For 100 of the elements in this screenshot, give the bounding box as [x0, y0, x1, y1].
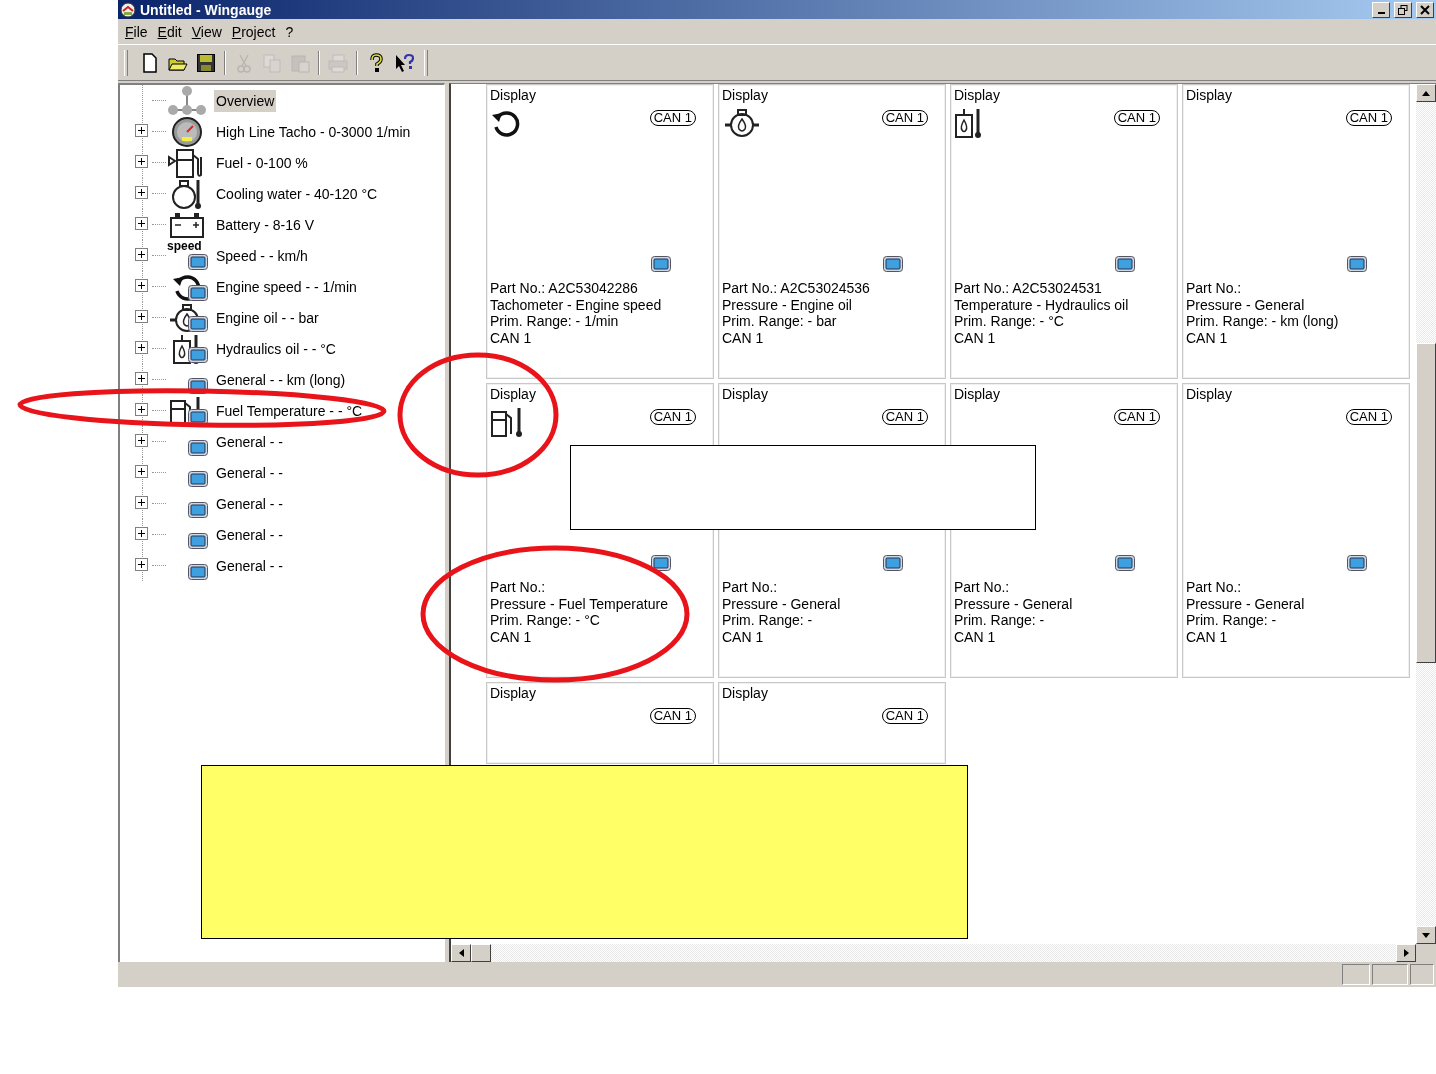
card-text: Tachometer - Engine speed: [490, 296, 662, 313]
card-text: Part No.:: [954, 579, 1010, 596]
card-text: Pressure - General: [954, 595, 1073, 612]
card-text: CAN 1: [954, 329, 996, 346]
card-title: Display: [1186, 386, 1232, 403]
expand-toggle[interactable]: [135, 124, 148, 137]
expand-toggle[interactable]: [135, 372, 148, 385]
expand-toggle[interactable]: [135, 310, 148, 323]
tree-item[interactable]: Engine speed - - 1/min: [214, 275, 359, 298]
display-card[interactable]: Display CAN 1: [718, 682, 946, 764]
display-card[interactable]: Display CAN 1 Part No.: A2C53024531 Temperature - Hydraulics oil Prim. Range: - °C CAN 1: [950, 84, 1178, 379]
tree-item[interactable]: Fuel Temperature - - °C: [214, 399, 365, 422]
battery-icon: [169, 210, 205, 239]
menu-item[interactable]: File: [122, 21, 155, 42]
tree-item[interactable]: General - - km (long): [214, 368, 348, 391]
display-card[interactable]: Display CAN 1: [486, 682, 714, 764]
display-icon: [188, 440, 208, 456]
new-document-icon[interactable]: [140, 52, 160, 73]
tree-item[interactable]: Engine oil - - bar: [214, 306, 321, 329]
expand-toggle[interactable]: [135, 527, 148, 540]
expand-toggle[interactable]: [135, 434, 148, 447]
card-text: CAN 1: [1186, 329, 1228, 346]
expand-toggle[interactable]: [135, 403, 148, 416]
expand-toggle[interactable]: [135, 558, 148, 571]
expand-toggle[interactable]: [135, 248, 148, 261]
display-icon: [188, 471, 208, 487]
expand-toggle[interactable]: [135, 465, 148, 478]
close-button[interactable]: [1416, 1, 1434, 18]
card-title: Display: [722, 386, 768, 403]
card-text: CAN 1: [722, 329, 764, 346]
card-text: CAN 1: [722, 628, 764, 645]
menu-item[interactable]: View: [188, 21, 229, 42]
display-icon: [883, 555, 903, 571]
tree-item[interactable]: Cooling water - 40-120 °C: [214, 182, 380, 205]
scroll-right-button[interactable]: [1396, 944, 1416, 962]
card-text: Pressure - Fuel Temperature: [490, 595, 668, 612]
display-icon: [1115, 256, 1135, 272]
tree-item[interactable]: Speed - - km/h: [214, 244, 310, 267]
menu-item[interactable]: Project: [228, 21, 283, 42]
display-card[interactable]: Display CAN 1 Part No.: A2C53024536 Pressure - Engine oil Prim. Range: - bar CAN 1: [718, 84, 946, 379]
scroll-left-button[interactable]: [451, 944, 471, 962]
card-text: Prim. Range: - 1/min: [490, 313, 619, 330]
expand-toggle[interactable]: [135, 341, 148, 354]
pointer-question-icon[interactable]: [394, 52, 414, 73]
display-icon: [188, 533, 208, 549]
card-text: Part No.:: [1186, 280, 1242, 297]
card-text: Part No.: A2C53042286: [490, 280, 638, 297]
vertical-scrollbar[interactable]: [1416, 84, 1436, 944]
card-text: Part No.: A2C53024531: [954, 280, 1102, 297]
expand-toggle[interactable]: [135, 217, 148, 230]
tank-thermometer-icon: [954, 107, 984, 139]
window-title: Untitled - Wingauge: [140, 1, 273, 18]
menu-item[interactable]: ?: [282, 21, 301, 42]
card-title: Display: [954, 386, 1000, 403]
card-text: CAN 1: [490, 329, 532, 346]
scroll-down-button[interactable]: [1416, 926, 1436, 944]
scroll-up-button[interactable]: [1416, 84, 1436, 102]
display-card[interactable]: Display CAN 1 Part No.: A2C53042286 Tachometer - Engine speed Prim. Range: - 1/min CAN 1: [486, 84, 714, 379]
minimize-icon: [1377, 11, 1385, 14]
display-icon: [188, 316, 208, 332]
display-card[interactable]: Display CAN 1 Part No.: Pressure - General Prim. Range: - km (long) CAN 1: [1182, 84, 1410, 379]
tree-item[interactable]: General - -: [214, 523, 285, 546]
expand-toggle[interactable]: [135, 186, 148, 199]
card-text: CAN 1: [1186, 628, 1228, 645]
card-text: Prim. Range: -: [722, 612, 813, 629]
tree-item[interactable]: General - -: [214, 492, 285, 515]
horizontal-scrollbar[interactable]: [451, 944, 1416, 962]
card-text: Part No.:: [722, 579, 778, 596]
icon-label: speed: [167, 240, 202, 252]
close-icon: [1420, 4, 1430, 15]
status-pane: [1410, 964, 1434, 985]
expand-toggle[interactable]: [135, 496, 148, 509]
expand-toggle[interactable]: [135, 155, 148, 168]
tree-item[interactable]: High Line Tacho - 0-3000 1/min: [214, 120, 413, 143]
status-pane: [1342, 964, 1370, 985]
card-title: Display: [490, 87, 536, 104]
scrollbar-thumb[interactable]: [1416, 343, 1436, 663]
expand-toggle[interactable]: [135, 279, 148, 292]
display-icon: [188, 254, 208, 270]
display-icon: [188, 285, 208, 301]
card-title: Display: [722, 87, 768, 104]
tree-item[interactable]: Battery - 8-16 V: [214, 213, 317, 236]
tree-item[interactable]: Hydraulics oil - - °C: [214, 337, 338, 360]
display-card[interactable]: Display CAN 1 Part No.: Pressure - General Prim. Range: - CAN 1: [1182, 383, 1410, 678]
right-arrow-icon: [1403, 949, 1409, 957]
menu-item[interactable]: Edit: [154, 21, 189, 42]
scrollbar-thumb[interactable]: [471, 944, 491, 962]
tree-item[interactable]: Fuel - 0-100 %: [214, 151, 310, 174]
card-text: Part No.:: [1186, 579, 1242, 596]
minimize-button[interactable]: [1372, 1, 1390, 18]
tree-item[interactable]: General - -: [214, 461, 285, 484]
status-pane: [1372, 964, 1408, 985]
card-text: Part No.:: [490, 579, 546, 596]
display-icon: [188, 564, 208, 580]
tree-item[interactable]: General - -: [214, 430, 285, 453]
display-icon: [1347, 256, 1367, 272]
card-text: Prim. Range: -: [1186, 612, 1277, 629]
tree-item[interactable]: Overview: [214, 89, 277, 112]
restore-button[interactable]: [1394, 1, 1412, 18]
tree-item[interactable]: General - -: [214, 554, 285, 577]
